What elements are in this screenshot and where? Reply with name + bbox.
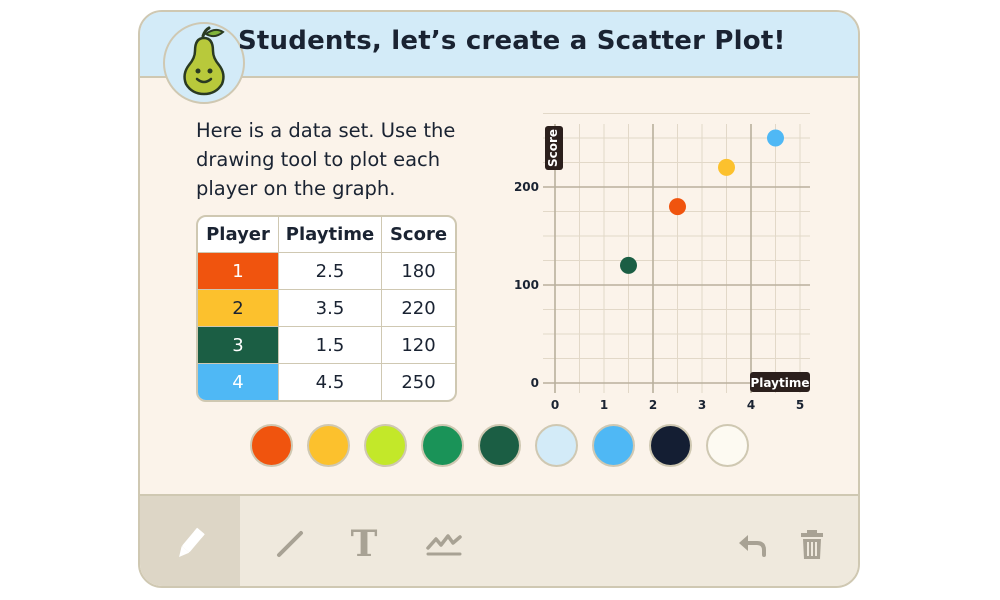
color-swatch[interactable]: [706, 424, 749, 467]
text-icon: T: [350, 523, 378, 565]
player-cell: 4: [198, 363, 278, 400]
delete-button[interactable]: [784, 516, 840, 572]
player-cell: 3: [198, 326, 278, 363]
y-tick-label: 0: [531, 376, 539, 390]
data-point: [669, 198, 686, 216]
color-swatch[interactable]: [250, 424, 293, 467]
color-swatch[interactable]: [535, 424, 578, 467]
player-cell: 1: [198, 252, 278, 289]
color-swatch[interactable]: [478, 424, 521, 467]
color-swatch[interactable]: [307, 424, 350, 467]
table-row: 4 4.5 250: [198, 363, 455, 400]
color-swatch[interactable]: [592, 424, 635, 467]
x-tick-label: 5: [796, 398, 804, 412]
color-swatch[interactable]: [649, 424, 692, 467]
color-palette: [250, 424, 749, 470]
undo-icon: [739, 535, 766, 557]
player-cell: 2: [198, 289, 278, 326]
line-icon: [277, 531, 303, 557]
playtime-cell: 2.5: [278, 252, 381, 289]
x-tick-label: 3: [698, 398, 706, 412]
x-tick-label: 1: [600, 398, 608, 412]
scatter-plot[interactable]: 0 1 2 3 4 5 0 100 200 Playtime Score: [500, 112, 820, 412]
color-swatch[interactable]: [421, 424, 464, 467]
activity-card: Students, let’s create a Scatter Plot! H…: [138, 10, 860, 588]
x-axis-label: Playtime: [751, 376, 810, 390]
column-header-playtime: Playtime: [278, 217, 381, 252]
logo-badge: [163, 22, 245, 104]
data-point: [718, 158, 735, 176]
drawing-toolbar: T: [140, 494, 858, 586]
data-table: Player Playtime Score 1 2.5 180 2 3.5 22…: [196, 215, 457, 402]
column-header-score: Score: [381, 217, 455, 252]
x-tick-label: 4: [747, 398, 755, 412]
column-header-player: Player: [206, 224, 270, 245]
line-tool-button[interactable]: [262, 516, 318, 572]
data-point: [620, 256, 637, 274]
table-row: 1 2.5 180: [198, 252, 455, 289]
playtime-cell: 3.5: [278, 289, 381, 326]
text-tool-button[interactable]: T: [336, 516, 392, 572]
table-row: 3 1.5 120: [198, 326, 455, 363]
undo-button[interactable]: [724, 516, 780, 572]
playtime-cell: 4.5: [278, 363, 381, 400]
page-title: Students, let’s create a Scatter Plot!: [238, 26, 786, 56]
pear-logo-icon: [183, 26, 225, 96]
y-tick-label: 100: [514, 278, 539, 292]
x-tick-label: 2: [649, 398, 657, 412]
y-axis-label: Score: [546, 129, 560, 167]
score-cell: 220: [381, 289, 455, 326]
instructions-text: Here is a data set. Use the drawing tool…: [196, 119, 456, 200]
y-tick-label: 200: [514, 180, 539, 194]
scribble-tool-button[interactable]: [416, 516, 472, 572]
score-cell: 120: [381, 326, 455, 363]
trash-icon: [801, 530, 823, 559]
table-header-row: Player Playtime Score: [198, 217, 455, 252]
x-tick-label: 0: [551, 398, 559, 412]
data-point: [767, 129, 784, 147]
table-row: 2 3.5 220: [198, 289, 455, 326]
score-cell: 250: [381, 363, 455, 400]
pencil-tool-button[interactable]: [162, 516, 218, 572]
score-cell: 180: [381, 252, 455, 289]
playtime-cell: 1.5: [278, 326, 381, 363]
scribble-icon: [426, 534, 462, 556]
pencil-icon: [179, 527, 205, 558]
color-swatch[interactable]: [364, 424, 407, 467]
